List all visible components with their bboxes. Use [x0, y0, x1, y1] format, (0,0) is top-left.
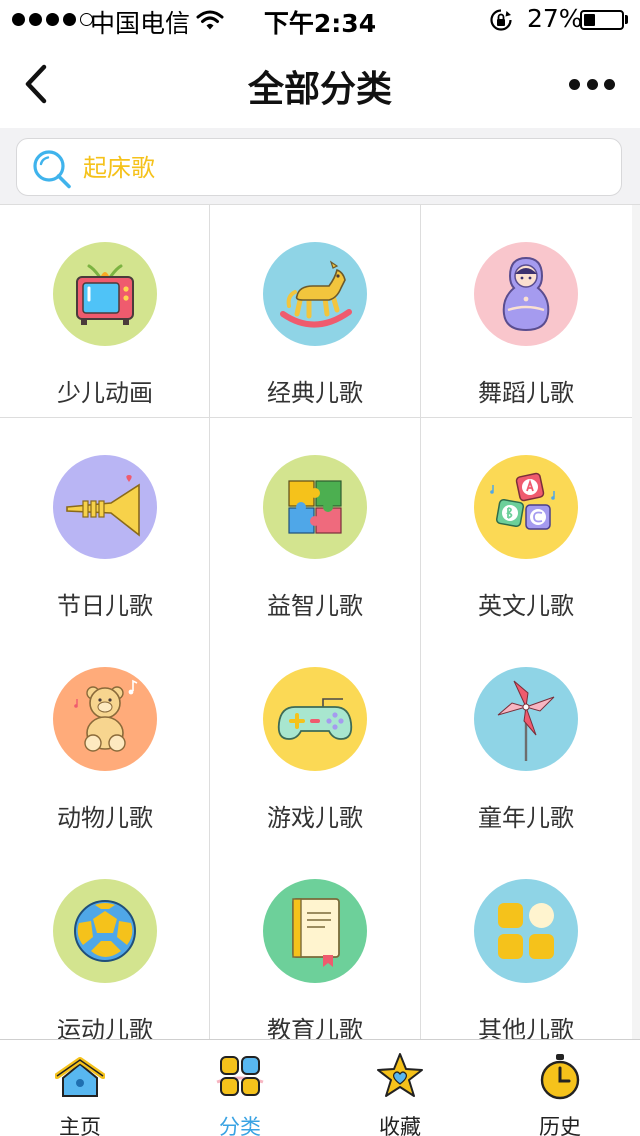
back-button[interactable] [14, 62, 58, 106]
category-shaoer-donghua[interactable]: 少儿动画 [0, 205, 210, 417]
book-icon [292, 898, 340, 967]
category-jingdian-erge[interactable]: 经典儿歌 [210, 205, 420, 417]
category-label: 舞蹈儿歌 [478, 379, 574, 407]
category-icon-circle [263, 667, 367, 771]
category-jieri-erge[interactable]: 节日儿歌 [0, 418, 210, 630]
battery-percent: 27% [527, 4, 583, 33]
tab-label: 收藏 [379, 1115, 421, 1136]
tab-favorites[interactable]: 收藏 [320, 1040, 480, 1136]
category-label: 少儿动画 [57, 379, 153, 407]
search-icon [33, 150, 71, 189]
more-apps-icon [498, 903, 554, 959]
category-icon-circle [53, 242, 157, 346]
category-grid-icon [216, 1056, 264, 1096]
category-label: 动物儿歌 [57, 804, 153, 832]
category-icon-circle [474, 242, 578, 346]
category-qita-erge[interactable]: 其他儿歌 [421, 842, 631, 1039]
category-label: 节日儿歌 [57, 592, 153, 620]
category-icon-circle [53, 879, 157, 983]
pinwheel-icon [497, 680, 555, 761]
category-dongwu-erge[interactable]: 动物儿歌 [0, 630, 210, 842]
category-icon-circle [474, 879, 578, 983]
star-heart-icon [377, 1053, 423, 1097]
abc-blocks-icon [490, 472, 555, 530]
trumpet-icon [66, 475, 140, 537]
category-label: 游戏儿歌 [267, 804, 363, 832]
chevron-left-icon [25, 64, 47, 104]
ball-icon [74, 900, 136, 962]
search-box[interactable] [16, 138, 622, 196]
home-icon [55, 1057, 105, 1097]
category-label: 经典儿歌 [267, 379, 363, 407]
tab-bar: 主页 分类 收藏 历史 [0, 1039, 640, 1136]
gamepad-icon [277, 698, 353, 740]
tab-home[interactable]: 主页 [0, 1040, 160, 1136]
category-icon-circle [474, 455, 578, 559]
category-jiaoyu-erge[interactable]: 教育儿歌 [210, 842, 420, 1039]
category-wudao-erge[interactable]: 舞蹈儿歌 [421, 205, 631, 417]
search-input[interactable] [83, 149, 603, 187]
tab-label: 历史 [539, 1115, 581, 1136]
page-title: 全部分类 [247, 69, 392, 110]
more-dots-icon [569, 78, 580, 90]
category-label: 运动儿歌 [57, 1016, 153, 1039]
category-icon-circle [263, 242, 367, 346]
category-icon-circle [53, 667, 157, 771]
rocking-horse-icon [280, 260, 352, 328]
category-yingwen-erge[interactable]: 英文儿歌 [421, 418, 631, 630]
battery-icon [580, 10, 624, 30]
category-icon-circle [263, 879, 367, 983]
matryoshka-doll-icon [502, 256, 550, 332]
orientation-lock-icon [490, 9, 512, 31]
scrollbar[interactable] [632, 205, 640, 1039]
status-bar: 中国电信 下午2:34 27% [0, 0, 640, 40]
category-icon-circle [263, 455, 367, 559]
category-grid: 少儿动画 经典儿歌 舞蹈儿歌 节日儿歌 益智儿歌 英文儿歌 动物儿歌 游戏儿歌 … [0, 205, 632, 1039]
category-label: 其他儿歌 [478, 1016, 574, 1039]
category-tongnian-erge[interactable]: 童年儿歌 [421, 630, 631, 842]
category-yundong-erge[interactable]: 运动儿歌 [0, 842, 210, 1039]
category-label: 益智儿歌 [267, 592, 363, 620]
category-label: 英文儿歌 [478, 592, 574, 620]
search-bar-area [0, 128, 640, 205]
more-button[interactable] [560, 68, 624, 100]
puzzle-icon [288, 480, 342, 534]
tab-label: 分类 [219, 1115, 261, 1136]
category-yizhi-erge[interactable]: 益智儿歌 [210, 418, 420, 630]
tab-label: 主页 [59, 1115, 101, 1136]
category-youxi-erge[interactable]: 游戏儿歌 [210, 630, 420, 842]
category-label: 教育儿歌 [267, 1016, 363, 1039]
stopwatch-icon [540, 1054, 580, 1100]
teddy-bear-icon [74, 679, 138, 752]
tv-icon [76, 264, 134, 325]
category-icon-circle [53, 455, 157, 559]
category-icon-circle [474, 667, 578, 771]
navigation-bar: 全部分类 [0, 40, 640, 128]
battery-tip [625, 15, 628, 24]
category-label: 童年儿歌 [478, 804, 574, 832]
tab-category[interactable]: 分类 [160, 1040, 320, 1136]
tab-history[interactable]: 历史 [480, 1040, 640, 1136]
